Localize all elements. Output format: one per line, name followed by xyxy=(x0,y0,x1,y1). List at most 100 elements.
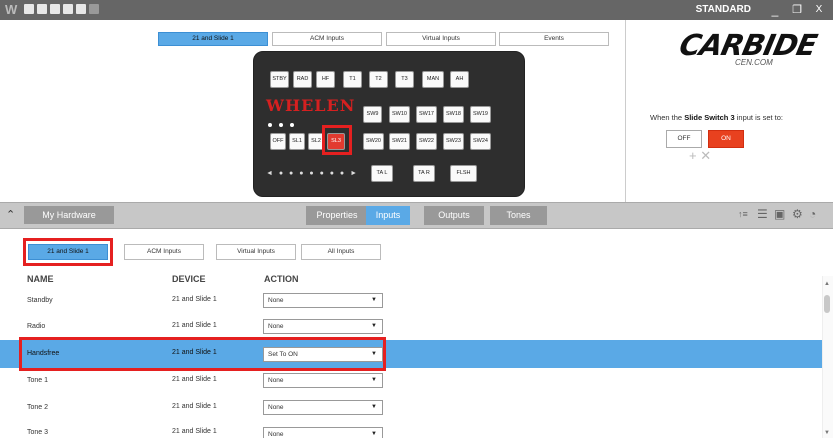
table-row[interactable]: Tone 3 21 and Slide 1 None ▼ xyxy=(0,421,822,438)
collapse-chevron-icon[interactable]: ⌃ xyxy=(6,208,15,221)
action-dropdown[interactable]: None ▼ xyxy=(263,400,383,415)
restore-button[interactable]: ❐ xyxy=(789,0,805,20)
key-man[interactable]: MAN xyxy=(422,71,444,88)
tab-virtual-inputs[interactable]: Virtual Inputs xyxy=(386,32,496,46)
key-sw9[interactable]: SW9 xyxy=(363,106,382,123)
action-value: None xyxy=(268,323,284,330)
tab-inputs[interactable]: Inputs xyxy=(366,206,410,225)
tab-events[interactable]: Events xyxy=(499,32,609,46)
row-name: Radio xyxy=(27,323,46,330)
slide-sl1[interactable]: SL1 xyxy=(289,133,305,150)
new-file-icon[interactable] xyxy=(24,4,34,14)
action-dropdown[interactable]: None ▼ xyxy=(263,293,383,308)
preview-icon[interactable]: ▣ xyxy=(774,207,785,221)
app-logo-icon: W xyxy=(5,2,18,17)
carbide-logo: CARBIDE xyxy=(676,28,820,62)
filter-virtual-inputs[interactable]: Virtual Inputs xyxy=(216,244,296,260)
key-sw10[interactable]: SW10 xyxy=(389,106,410,123)
key-sw22[interactable]: SW22 xyxy=(416,133,437,150)
arrow-indicator-row: ◄ ● ● ● ● ● ● ● ► xyxy=(266,170,360,177)
list-icon[interactable]: ☰ xyxy=(757,207,768,221)
switch-name: Slide Switch 3 xyxy=(684,113,735,122)
title-bar: W STANDARD _ ❐ X xyxy=(0,0,833,20)
on-button[interactable]: ON xyxy=(708,130,744,148)
table-row[interactable]: Standby 21 and Slide 1 None ▼ xyxy=(0,286,822,314)
filter-acm-inputs[interactable]: ACM Inputs xyxy=(124,244,204,260)
dropdown-arrow-icon: ▼ xyxy=(371,431,377,437)
close-button[interactable]: X xyxy=(811,0,827,20)
save-icon[interactable] xyxy=(50,4,60,14)
scroll-down-icon[interactable]: ▼ xyxy=(824,430,830,436)
print-icon[interactable] xyxy=(63,4,73,14)
key-sw23[interactable]: SW23 xyxy=(443,133,464,150)
key-sw24[interactable]: SW24 xyxy=(470,133,491,150)
minimize-button[interactable]: _ xyxy=(767,0,783,20)
key-sw20[interactable]: SW20 xyxy=(363,133,384,150)
dropdown-arrow-icon: ▼ xyxy=(371,404,377,410)
key-sw21[interactable]: SW21 xyxy=(389,133,410,150)
action-value: None xyxy=(268,404,284,411)
row-name: Standby xyxy=(27,297,53,304)
key-stby[interactable]: STBY xyxy=(270,71,289,88)
action-dropdown[interactable]: None ▼ xyxy=(263,319,383,334)
upload-icon[interactable] xyxy=(76,4,86,14)
row-name: Tone 1 xyxy=(27,377,49,384)
key-ta-l[interactable]: TA L xyxy=(371,165,393,182)
row-device: 21 and Slide 1 xyxy=(172,322,217,329)
key-flsh[interactable]: FLSH xyxy=(450,165,477,182)
gear-icon[interactable]: ⚙ xyxy=(792,207,803,221)
tab-acm-inputs[interactable]: ACM Inputs xyxy=(272,32,382,46)
indicator-dot xyxy=(290,123,294,127)
column-header-device[interactable]: DEVICE xyxy=(172,274,206,284)
row-device: 21 and Slide 1 xyxy=(172,428,217,435)
slide-off[interactable]: OFF xyxy=(270,133,286,150)
indicator-dot xyxy=(268,123,272,127)
open-folder-icon[interactable] xyxy=(37,4,47,14)
tab-tones[interactable]: Tones xyxy=(490,206,547,225)
key-ta-r[interactable]: TA R xyxy=(413,165,435,182)
sl3-highlight-box xyxy=(322,125,352,155)
key-sw17[interactable]: SW17 xyxy=(416,106,437,123)
tab-properties[interactable]: Properties xyxy=(306,206,368,225)
my-hardware-button[interactable]: My Hardware xyxy=(24,206,114,224)
keypad-controller: STBY RAD HF T1 T2 T3 MAN AH WHELEN SW9 S… xyxy=(253,51,525,197)
add-remove-icon[interactable]: + ✕ xyxy=(689,148,711,164)
action-value: None xyxy=(268,431,284,438)
action-dropdown[interactable]: None ▼ xyxy=(263,427,383,438)
scroll-up-icon[interactable]: ▲ xyxy=(824,281,830,287)
table-row[interactable]: Tone 1 21 and Slide 1 None ▼ xyxy=(0,367,822,395)
key-t1[interactable]: T1 xyxy=(343,71,362,88)
sort-icon[interactable]: ↑≡ xyxy=(738,209,748,219)
key-ah[interactable]: AH xyxy=(450,71,469,88)
dropdown-arrow-icon: ▼ xyxy=(371,323,377,329)
key-sw18[interactable]: SW18 xyxy=(443,106,464,123)
column-header-name[interactable]: NAME xyxy=(27,274,54,284)
tab-outputs[interactable]: Outputs xyxy=(424,206,484,225)
key-t2[interactable]: T2 xyxy=(369,71,388,88)
timer-icon[interactable]: ◔ xyxy=(809,207,816,221)
hardware-toolbar xyxy=(0,202,833,229)
action-value: None xyxy=(268,377,284,384)
cencom-label: CEN.COM xyxy=(735,58,773,67)
switch-prefix: When the xyxy=(650,113,683,122)
filter-all-inputs[interactable]: All Inputs xyxy=(301,244,381,260)
off-button[interactable]: OFF xyxy=(666,130,702,148)
row-device: 21 and Slide 1 xyxy=(172,296,217,303)
action-value: None xyxy=(268,297,284,304)
tab-highlight-box xyxy=(23,238,113,266)
action-dropdown[interactable]: None ▼ xyxy=(263,373,383,388)
table-row[interactable]: Tone 2 21 and Slide 1 None ▼ xyxy=(0,394,822,422)
tab-21-and-slide-1[interactable]: 21 and Slide 1 xyxy=(158,32,268,46)
key-sw19[interactable]: SW19 xyxy=(470,106,491,123)
scrollbar-thumb[interactable] xyxy=(824,295,830,313)
download-icon[interactable] xyxy=(89,4,99,14)
column-header-action[interactable]: ACTION xyxy=(264,274,299,284)
switch-description: When the Slide Switch 3 input is set to: xyxy=(650,113,783,122)
dropdown-arrow-icon: ▼ xyxy=(371,297,377,303)
key-rad[interactable]: RAD xyxy=(293,71,312,88)
row-name: Tone 2 xyxy=(27,404,49,411)
row-device: 21 and Slide 1 xyxy=(172,403,217,410)
key-hf[interactable]: HF xyxy=(316,71,335,88)
mode-label[interactable]: STANDARD xyxy=(696,0,751,20)
key-t3[interactable]: T3 xyxy=(395,71,414,88)
